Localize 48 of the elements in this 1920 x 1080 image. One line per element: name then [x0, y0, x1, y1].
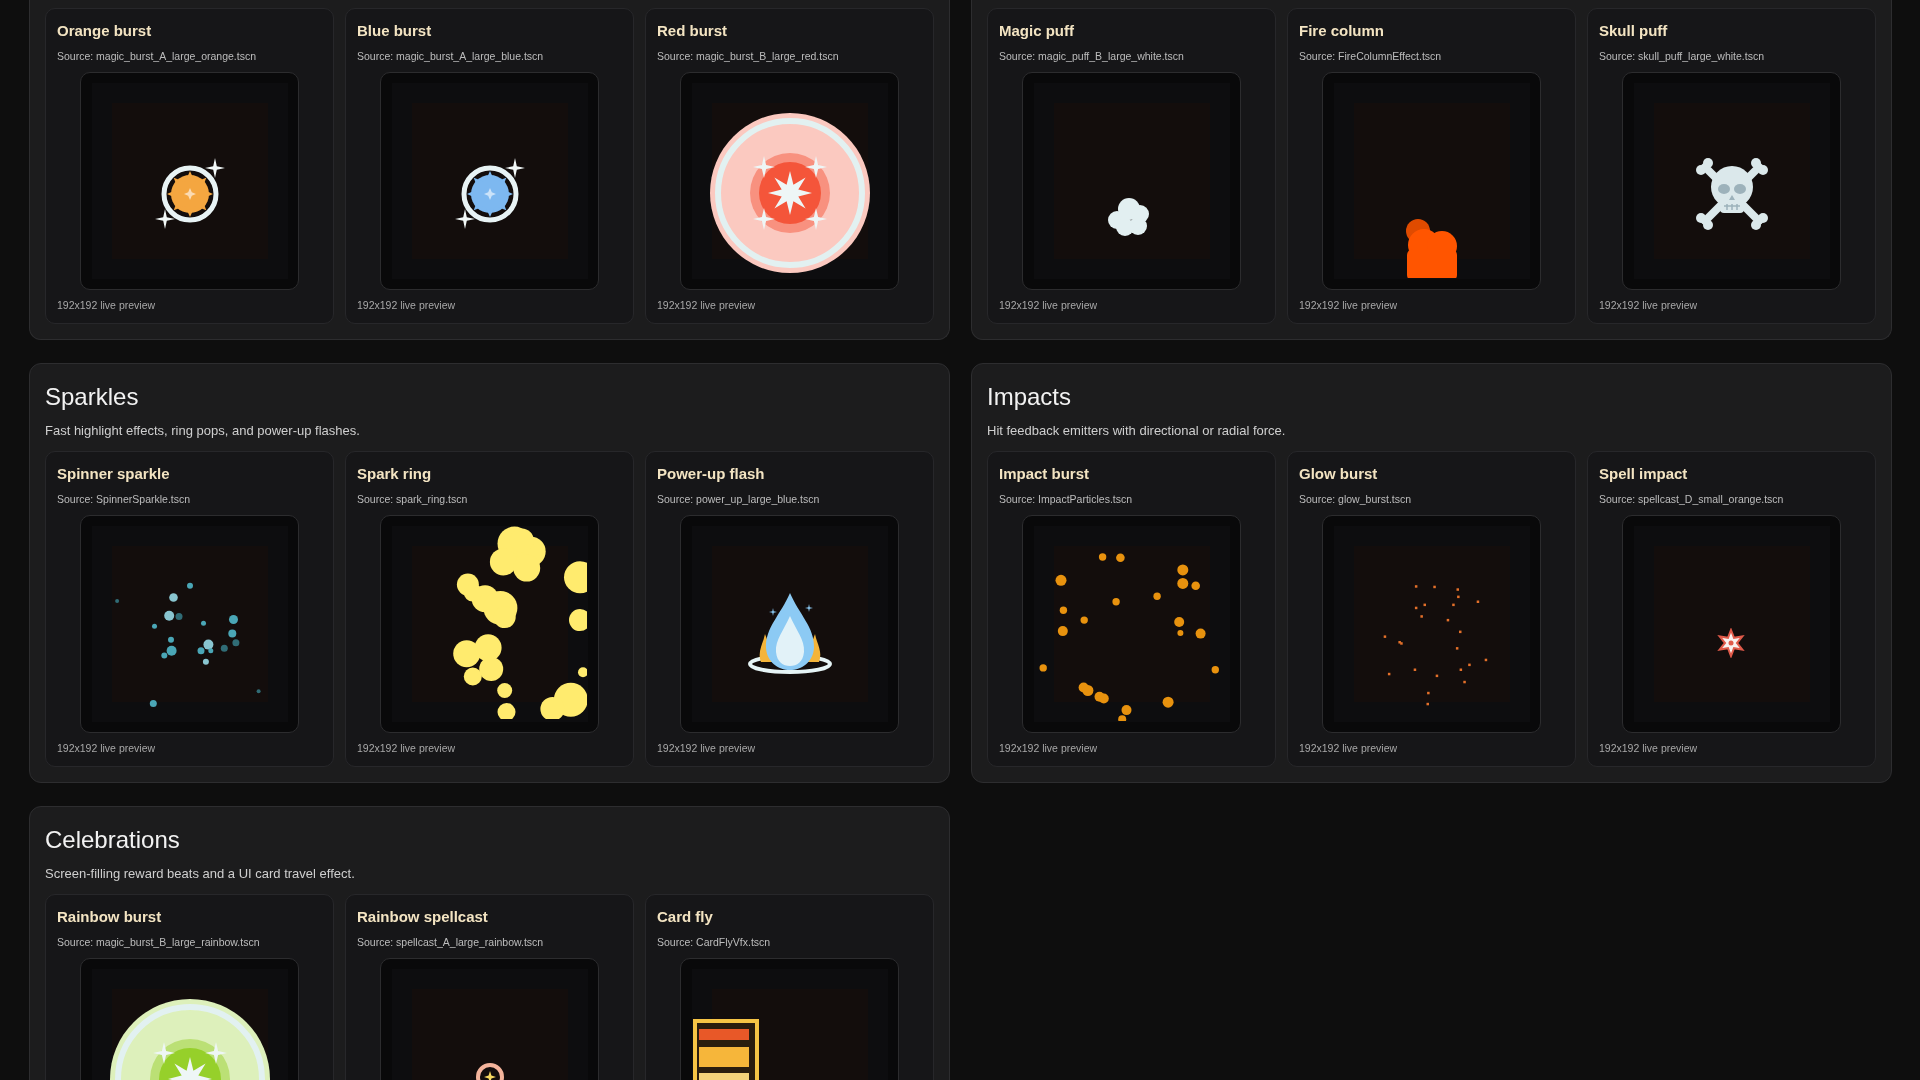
preview-caption: 192x192 live preview [57, 298, 156, 312]
section-description: Hit feedback emitters with directional or radial force. [987, 422, 1286, 440]
source-label: Source: skull_puff_large_white.tscn [1599, 49, 1764, 63]
section-heading: Celebrations [45, 825, 180, 855]
source-label: Source: power_up_large_blue.tscn [657, 492, 820, 506]
effect-title: Impact burst [999, 464, 1089, 484]
preview-caption: 192x192 live preview [357, 741, 456, 755]
preview-caption: 192x192 live preview [657, 741, 756, 755]
source-label: Source: spellcast_A_large_rainbow.tscn [357, 935, 544, 949]
effect-title: Red burst [657, 21, 727, 41]
effect-title: Spinner sparkle [57, 464, 170, 484]
effect-title: Spell impact [1599, 464, 1688, 484]
section-heading: Sparkles [45, 382, 139, 412]
section-description: Screen-filling reward beats and a UI card travel effect. [45, 865, 355, 883]
source-label: Source: CardFlyVfx.tscn [657, 935, 771, 949]
preview-caption: 192x192 live preview [657, 298, 756, 312]
section-description: Fast highlight effects, ring pops, and power-up flashes. [45, 422, 360, 440]
effect-title: Card fly [657, 907, 713, 927]
source-label: Source: SpinnerSparkle.tscn [57, 492, 191, 506]
source-label: Source: magic_burst_B_large_red.tscn [657, 49, 839, 63]
effect-title: Rainbow spellcast [357, 907, 488, 927]
preview-caption: 192x192 live preview [1599, 298, 1698, 312]
source-label: Source: glow_burst.tscn [1299, 492, 1412, 506]
effect-title: Fire column [1299, 21, 1384, 41]
effect-title: Power-up flash [657, 464, 765, 484]
source-label: Source: spellcast_D_small_orange.tscn [1599, 492, 1784, 506]
source-label: Source: magic_burst_A_large_blue.tscn [357, 49, 544, 63]
preview-caption: 192x192 live preview [999, 298, 1098, 312]
preview-caption: 192x192 live preview [357, 298, 456, 312]
effect-title: Skull puff [1599, 21, 1668, 41]
effect-title: Magic puff [999, 21, 1074, 41]
source-label: Source: FireColumnEffect.tscn [1299, 49, 1442, 63]
effect-title: Orange burst [57, 21, 152, 41]
source-label: Source: ImpactParticles.tscn [999, 492, 1133, 506]
preview-caption: 192x192 live preview [999, 741, 1098, 755]
effect-title: Rainbow burst [57, 907, 162, 927]
effect-title: Glow burst [1299, 464, 1378, 484]
source-label: Source: magic_puff_B_large_white.tscn [999, 49, 1184, 63]
source-label: Source: magic_burst_A_large_orange.tscn [57, 49, 257, 63]
preview-caption: 192x192 live preview [57, 741, 156, 755]
preview-caption: 192x192 live preview [1599, 741, 1698, 755]
preview-caption: 192x192 live preview [1299, 298, 1398, 312]
source-label: Source: magic_burst_B_large_rainbow.tscn [57, 935, 260, 949]
source-label: Source: spark_ring.tscn [357, 492, 468, 506]
preview-caption: 192x192 live preview [1299, 741, 1398, 755]
section-heading: Impacts [987, 382, 1072, 412]
effect-title: Spark ring [357, 464, 432, 484]
effect-title: Blue burst [357, 21, 432, 41]
